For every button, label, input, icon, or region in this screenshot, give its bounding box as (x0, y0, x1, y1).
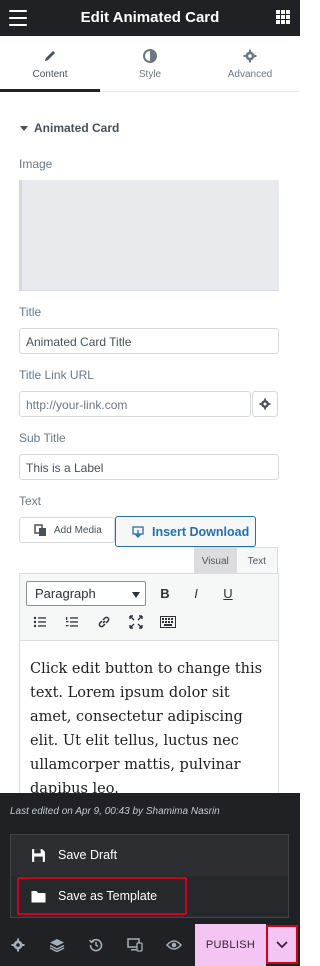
format-select-value: Paragraph (35, 586, 96, 601)
tab-style-label: Style (138, 69, 162, 80)
tab-content-label: Content (32, 69, 68, 80)
text-label: Text (19, 494, 42, 508)
tab-text[interactable]: Text (236, 547, 278, 574)
wysiwyg-editor: Paragraph B I U Click edit button to cha… (19, 573, 279, 803)
save-menu: Save Draft Save as Template (10, 834, 289, 918)
link-icon (98, 616, 110, 628)
save-template-label: Save as Template (58, 889, 158, 903)
add-media-label: Add Media (54, 524, 102, 536)
caret-down-icon (20, 126, 28, 132)
tab-advanced-label: Advanced (227, 69, 273, 80)
tab-content[interactable]: Content (0, 36, 100, 92)
format-select[interactable]: Paragraph (26, 581, 146, 606)
gear-icon (200, 49, 300, 67)
numbered-list-button[interactable] (61, 611, 83, 633)
gear-icon (259, 398, 271, 410)
contrast-icon (100, 49, 200, 67)
publish-button[interactable]: PUBLISH (195, 924, 266, 966)
keyboard-icon (160, 616, 176, 628)
panel-title: Edit Animated Card (80, 9, 220, 26)
title-input[interactable]: Animated Card Title (19, 328, 279, 354)
tab-advanced[interactable]: Advanced (200, 36, 300, 91)
save-template-item[interactable]: Save as Template (11, 876, 288, 916)
add-media-button[interactable]: Add Media (19, 517, 115, 543)
tab-visual[interactable]: Visual (194, 547, 237, 574)
preview-icon[interactable] (164, 935, 184, 955)
bullet-list-button[interactable] (29, 611, 51, 633)
save-draft-label: Save Draft (58, 848, 118, 862)
link-button[interactable] (93, 611, 115, 633)
tab-style[interactable]: Style (100, 36, 200, 91)
widgets-grid-icon[interactable] (276, 10, 290, 24)
toolbar-toggle-button[interactable] (157, 611, 179, 633)
link-options-button[interactable] (252, 391, 278, 417)
bold-button[interactable]: B (154, 582, 176, 604)
title-link-input[interactable]: http://your-link.com (19, 391, 251, 417)
section-title-label: Animated Card (34, 121, 120, 135)
save-icon (32, 848, 45, 862)
dropdown-arrow-icon (132, 592, 140, 598)
insert-download-label: Insert Download (152, 524, 250, 539)
publish-options-button[interactable] (266, 925, 298, 964)
download-icon (132, 525, 144, 538)
pencil-icon (0, 49, 100, 67)
subtitle-input[interactable]: This is a Label (19, 454, 279, 480)
numbered-list-icon (66, 617, 78, 627)
folder-icon (31, 890, 46, 902)
panel-tabs: Content Style Advanced (0, 36, 300, 92)
responsive-icon[interactable] (125, 935, 145, 955)
editor-toolbar: Paragraph B I U (20, 574, 278, 641)
title-label: Title (19, 305, 42, 319)
layers-icon[interactable] (47, 935, 67, 955)
settings-icon[interactable] (8, 935, 28, 955)
fullscreen-button[interactable] (125, 611, 147, 633)
subtitle-label: Sub Title (19, 431, 66, 445)
image-label: Image (19, 157, 53, 171)
save-draft-item[interactable]: Save Draft (11, 835, 288, 875)
media-icon (34, 524, 46, 536)
editor-mode-tabs: Visual Text (194, 547, 278, 574)
editor-content[interactable]: Click edit button to change this text. L… (30, 657, 270, 801)
section-toggle[interactable]: Animated Card (20, 121, 119, 135)
editor-header: Edit Animated Card (0, 0, 300, 36)
last-edited-text: Last edited on Apr 9, 00:43 by Shamima N… (10, 806, 220, 817)
history-icon[interactable] (86, 935, 106, 955)
italic-button[interactable]: I (185, 582, 207, 604)
title-link-label: Title Link URL (19, 368, 94, 382)
fullscreen-icon (129, 615, 143, 629)
bullet-list-icon (33, 616, 46, 628)
chevron-down-icon (276, 940, 288, 948)
image-picker[interactable] (19, 180, 279, 291)
insert-download-button[interactable]: Insert Download (115, 516, 256, 547)
underline-button[interactable]: U (217, 582, 239, 604)
